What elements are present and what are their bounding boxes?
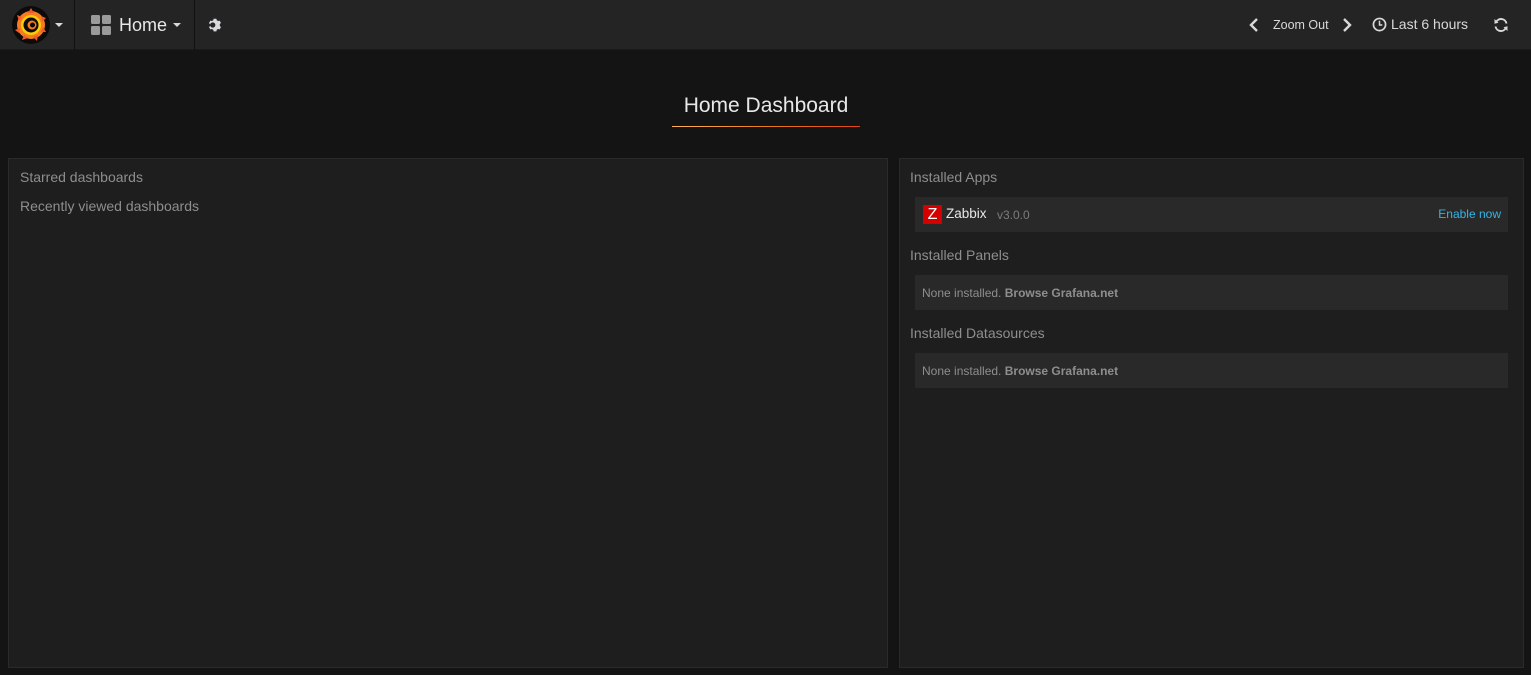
installed-datasources-heading: Installed Datasources: [910, 325, 1045, 341]
clock-icon: [1372, 17, 1387, 31]
grafana-menu-button[interactable]: [0, 0, 75, 50]
none-installed-label: None installed.: [922, 364, 1002, 378]
gear-icon[interactable]: [206, 16, 224, 34]
app-name: Zabbix: [946, 206, 987, 221]
empty-state-text: None installed. Browse Grafana.net: [922, 364, 1118, 378]
zoom-out-button[interactable]: Zoom Out: [1273, 18, 1329, 32]
recently-viewed-heading: Recently viewed dashboards: [20, 198, 199, 214]
grafana-logo-icon: [12, 6, 50, 44]
list-item: Z Zabbix v3.0.0 Enable now: [915, 197, 1508, 232]
chevron-left-icon[interactable]: [1248, 17, 1260, 33]
none-installed-label: None installed.: [922, 286, 1002, 300]
dashboard-picker-label: Home: [119, 14, 168, 35]
installed-panels-heading: Installed Panels: [910, 247, 1009, 263]
zabbix-logo-icon: Z: [923, 205, 942, 224]
title-underline: [672, 126, 860, 127]
chevron-right-icon[interactable]: [1341, 17, 1353, 33]
refresh-icon[interactable]: [1493, 17, 1509, 33]
empty-state-text: None installed. Browse Grafana.net: [922, 286, 1118, 300]
browse-grafana-link[interactable]: Browse Grafana.net: [1005, 364, 1118, 378]
plugin-list-panel: Installed Apps Z Zabbix v3.0.0 Enable no…: [899, 158, 1524, 668]
dashboard-list-panel: Starred dashboards Recently viewed dashb…: [8, 158, 888, 668]
installed-apps-heading: Installed Apps: [910, 169, 998, 185]
list-item: None installed. Browse Grafana.net: [915, 353, 1508, 388]
dashboard-picker-button[interactable]: Home: [76, 0, 195, 50]
starred-dashboards-heading: Starred dashboards: [20, 169, 143, 185]
top-navbar: Home Zoom Out Last 6 hours: [0, 0, 1531, 50]
time-range-picker[interactable]: Last 6 hours: [1372, 16, 1468, 32]
enable-now-link[interactable]: Enable now: [1438, 207, 1501, 221]
list-item: None installed. Browse Grafana.net: [915, 275, 1508, 310]
dashboard-grid-icon: [91, 15, 111, 35]
chevron-down-icon: [173, 23, 182, 27]
time-range-label: Last 6 hours: [1391, 16, 1469, 32]
browse-grafana-link[interactable]: Browse Grafana.net: [1005, 286, 1118, 300]
app-version: v3.0.0: [997, 208, 1030, 222]
page-title: Home Dashboard: [683, 94, 849, 117]
chevron-down-icon: [55, 23, 63, 27]
